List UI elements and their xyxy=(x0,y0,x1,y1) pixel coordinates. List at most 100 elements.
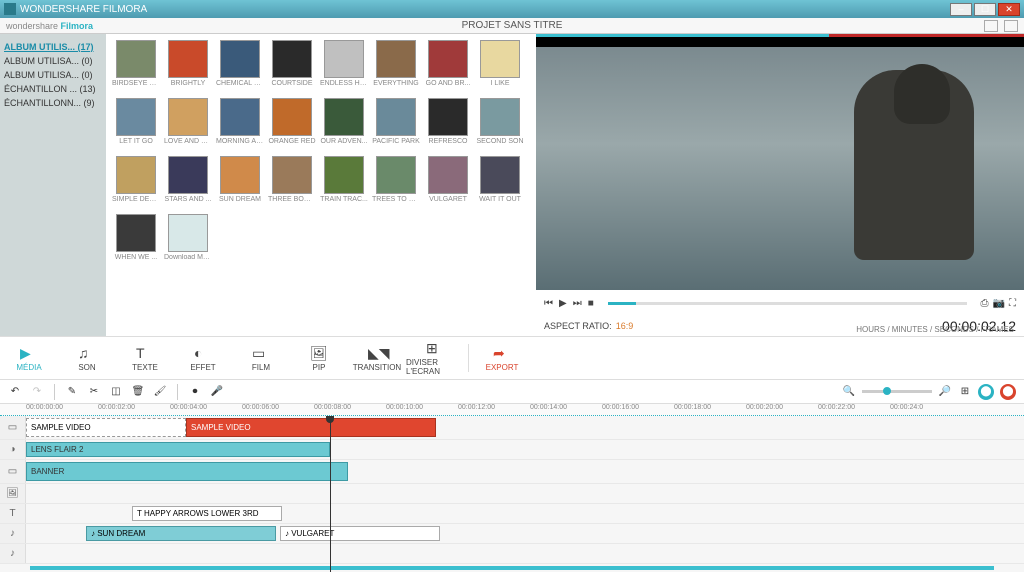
brush-button[interactable]: 🖌 xyxy=(153,385,167,399)
app-header: wondershare Filmora PROJET SANS TITRE xyxy=(0,18,1024,34)
tab-film[interactable]: ▭FILM xyxy=(232,345,290,372)
clip[interactable]: SAMPLE VIDEO xyxy=(26,418,186,437)
clip[interactable]: LENS FLAIR 2 xyxy=(26,442,330,457)
media-thumb[interactable]: PACIFIC PARK xyxy=(372,98,420,152)
zoom-out-button[interactable]: 🔍 xyxy=(842,385,856,399)
clip[interactable]: BANNER xyxy=(26,462,348,481)
media-thumb[interactable]: BRIGHTLY xyxy=(164,40,212,94)
preview-scrubber[interactable] xyxy=(608,302,967,305)
media-thumb[interactable]: TRAIN TRAC... xyxy=(320,156,368,210)
header-fullscreen-button[interactable] xyxy=(1004,20,1018,32)
stop-button[interactable]: ■ xyxy=(588,298,594,309)
minimize-button[interactable]: – xyxy=(950,3,972,16)
snapshot-button[interactable]: ⎙ xyxy=(981,298,989,309)
media-thumb[interactable]: OUR ADVEN... xyxy=(320,98,368,152)
media-thumb[interactable]: COURTSIDE xyxy=(268,40,316,94)
zoom-slider[interactable] xyxy=(862,390,932,393)
media-thumb[interactable]: CHEMICAL H... xyxy=(216,40,264,94)
media-grid: BIRDSEYE H...BRIGHTLYCHEMICAL H...COURTS… xyxy=(106,34,536,336)
close-button[interactable]: ✕ xyxy=(998,3,1020,16)
crop-button[interactable]: ◫ xyxy=(109,385,123,399)
media-categories: ALBUM UTILIS... (17)ALBUM UTILISA... (0)… xyxy=(0,34,106,336)
text-track[interactable]: T T HAPPY ARROWS LOWER 3RD xyxy=(0,504,1024,524)
media-thumb[interactable]: THREE BOOKS xyxy=(268,156,316,210)
media-thumb[interactable]: Download More xyxy=(164,214,212,268)
header-ratio-button[interactable] xyxy=(984,20,998,32)
video-track-2[interactable]: ▭ BANNER xyxy=(0,460,1024,484)
record-button[interactable]: ⏺ xyxy=(188,385,202,399)
fullscreen-icon[interactable]: ⛶ xyxy=(1009,298,1016,309)
playhead[interactable] xyxy=(330,416,331,572)
edit-button[interactable]: ✎ xyxy=(65,385,79,399)
media-thumb[interactable]: WAIT IT OUT xyxy=(476,156,524,210)
media-thumb[interactable]: MORNING ACE xyxy=(216,98,264,152)
media-thumb[interactable]: LET IT GO xyxy=(112,98,160,152)
audio-track-2[interactable]: ♪ xyxy=(0,544,1024,564)
fit-button[interactable]: ⊞ xyxy=(958,385,972,399)
delete-button[interactable]: 🗑 xyxy=(131,385,145,399)
text-track-icon: T xyxy=(0,504,26,523)
media-thumb[interactable]: VULGARET xyxy=(424,156,472,210)
os-titlebar: WONDERSHARE FILMORA – ☐ ✕ xyxy=(0,0,1024,18)
clip[interactable]: T HAPPY ARROWS LOWER 3RD xyxy=(132,506,282,521)
render-button[interactable]: ⬤ xyxy=(1000,384,1016,400)
prev-frame-button[interactable]: ⏮ xyxy=(544,298,553,309)
zoom-in-button[interactable]: 🔎 xyxy=(938,385,952,399)
tab-transition[interactable]: ◣◥TRANSITION xyxy=(348,345,406,372)
tab-effet[interactable]: ◐EFFET xyxy=(174,345,232,372)
preview-frame xyxy=(536,47,1024,290)
media-thumb[interactable]: BIRDSEYE H... xyxy=(112,40,160,94)
timeline-scrollbar[interactable] xyxy=(30,566,994,570)
media-thumb[interactable]: REFRESCO xyxy=(424,98,472,152)
camera-icon[interactable]: 📷 xyxy=(993,298,1005,309)
media-thumb[interactable]: TREES TO ST... xyxy=(372,156,420,210)
media-thumb[interactable]: SUN DREAM xyxy=(216,156,264,210)
media-thumb[interactable]: GO AND BR... xyxy=(424,40,472,94)
media-thumb[interactable]: WHEN WE ... xyxy=(112,214,160,268)
media-thumb[interactable]: SIMPLE DECI... xyxy=(112,156,160,210)
timeline-ruler[interactable]: 00:00:00:0000:00:02:0000:00:04:0000:00:0… xyxy=(0,404,1024,416)
voiceover-button[interactable]: 🎤 xyxy=(210,385,224,399)
clip[interactable]: ♪ SUN DREAM xyxy=(86,526,276,541)
category-item[interactable]: ÉCHANTILLONN... (9) xyxy=(4,96,102,110)
fx-track-icon: ◑ xyxy=(0,440,26,459)
tab-media[interactable]: ▶MÉDIA xyxy=(0,345,58,372)
audio-track-1[interactable]: ♪ ♪ SUN DREAM♪ VULGARET xyxy=(0,524,1024,544)
audio2-track-icon: ♪ xyxy=(0,544,26,563)
next-frame-button[interactable]: ⏭ xyxy=(573,298,582,309)
media-thumb[interactable]: EVERYTHING xyxy=(372,40,420,94)
maximize-button[interactable]: ☐ xyxy=(974,3,996,16)
media-thumb[interactable]: STARS AND ... xyxy=(164,156,212,210)
undo-button[interactable]: ↶ xyxy=(8,385,22,399)
marker-button[interactable]: ⬤ xyxy=(978,384,994,400)
tab-export[interactable]: ➦EXPORT xyxy=(473,345,531,372)
tab-son[interactable]: ♫SON xyxy=(58,345,116,372)
project-title: PROJET SANS TITRE xyxy=(462,20,563,31)
pip-track[interactable]: 🖼 xyxy=(0,484,1024,504)
media-thumb[interactable]: I LIKE xyxy=(476,40,524,94)
category-item[interactable]: ÉCHANTILLON ... (13) xyxy=(4,82,102,96)
app-logo: wondershare Filmora xyxy=(6,21,93,31)
media-thumb[interactable]: ORANGE RED xyxy=(268,98,316,152)
tab-split[interactable]: ⊞DIVISER L'ECRAN xyxy=(406,340,464,376)
category-item[interactable]: ALBUM UTILIS... (17) xyxy=(4,40,102,54)
category-item[interactable]: ALBUM UTILISA... (0) xyxy=(4,54,102,68)
tab-texte[interactable]: TTEXTE xyxy=(116,345,174,372)
timeline-toolbar: ↶ ↷ ✎ ✂ ◫ 🗑 🖌 ⏺ 🎤 🔍 🔎 ⊞ ⬤ ⬤ xyxy=(0,380,1024,404)
clip[interactable]: SAMPLE VIDEO xyxy=(186,418,436,437)
category-item[interactable]: ALBUM UTILISA... (0) xyxy=(4,68,102,82)
media-thumb[interactable]: SECOND SON xyxy=(476,98,524,152)
clip[interactable]: ♪ VULGARET xyxy=(280,526,440,541)
media-thumb[interactable]: LOVE AND O... xyxy=(164,98,212,152)
image-track-icon: 🖼 xyxy=(0,484,26,503)
app-icon xyxy=(4,3,16,15)
media-thumb[interactable]: ENDLESS HO... xyxy=(320,40,368,94)
video-track-1[interactable]: ▭ SAMPLE VIDEOSAMPLE VIDEO xyxy=(0,416,1024,440)
tab-pip[interactable]: 🖼PIP xyxy=(290,345,348,372)
play-button[interactable]: ▶ xyxy=(559,298,567,309)
cut-button[interactable]: ✂ xyxy=(87,385,101,399)
timeline-tracks: ▭ SAMPLE VIDEOSAMPLE VIDEO ◑ LENS FLAIR … xyxy=(0,416,1024,572)
redo-button[interactable]: ↷ xyxy=(30,385,44,399)
aspect-value: 16:9 xyxy=(616,321,634,331)
fx-track[interactable]: ◑ LENS FLAIR 2 xyxy=(0,440,1024,460)
